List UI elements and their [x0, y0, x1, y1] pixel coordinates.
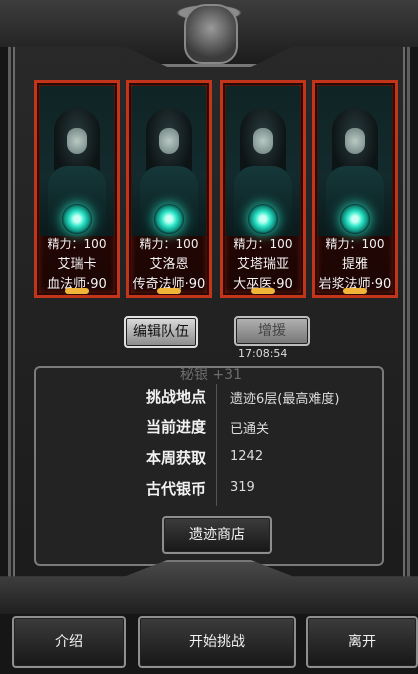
silver-value: 319	[230, 480, 255, 495]
weekly-label: 本周获取	[145, 449, 206, 467]
orb-icon	[154, 204, 184, 234]
panel-divider	[216, 384, 217, 506]
faded-reward-text: 秘银 +31	[180, 367, 242, 383]
character-portrait	[132, 86, 206, 236]
intro-button[interactable]: 介绍	[12, 616, 126, 668]
rank-icon	[343, 288, 367, 294]
character-name: 艾塔瑞亚	[236, 257, 289, 272]
character-card-3[interactable]: 精力：100 艾塔瑞亚 大巫医·90	[220, 80, 306, 298]
location-label: 挑战地点	[145, 388, 206, 406]
reinforce-button[interactable]: 增援	[234, 316, 310, 346]
character-portrait	[226, 86, 300, 236]
orb-icon	[340, 204, 370, 234]
energy-text: 精力：100	[233, 237, 293, 251]
weekly-value: 1242	[230, 449, 264, 464]
rank-icon	[251, 288, 275, 294]
character-portrait	[318, 86, 392, 236]
character-portrait	[40, 86, 114, 236]
rank-icon	[65, 288, 89, 294]
character-card-1[interactable]: 精力：100 艾瑞卡 血法师·90	[34, 80, 120, 298]
leave-button[interactable]: 离开	[306, 616, 418, 668]
start-challenge-button[interactable]: 开始挑战	[138, 616, 296, 668]
character-name: 提雅	[341, 257, 368, 272]
edit-team-button[interactable]: 编辑队伍	[124, 316, 198, 348]
energy-text: 精力：100	[139, 237, 199, 251]
character-name: 艾洛恩	[149, 257, 189, 272]
progress-value: 已通关	[230, 422, 270, 437]
countdown-timer: 17:08:54	[238, 347, 288, 360]
orb-icon	[248, 204, 278, 234]
silver-label: 古代银币	[145, 480, 206, 498]
location-value: 遗迹6层(最高难度)	[230, 392, 340, 407]
energy-text: 精力：100	[325, 237, 385, 251]
character-card-2[interactable]: 精力：100 艾洛恩 传奇法师·90	[126, 80, 212, 298]
orb-icon	[62, 204, 92, 234]
crest-skull-icon	[184, 4, 238, 64]
progress-label: 当前进度	[145, 418, 206, 436]
energy-text: 精力：100	[47, 237, 107, 251]
rank-icon	[157, 288, 181, 294]
relic-shop-button[interactable]: 遗迹商店	[162, 516, 272, 554]
character-name: 艾瑞卡	[57, 257, 97, 272]
character-card-4[interactable]: 精力：100 提雅 岩浆法师·90	[312, 80, 398, 298]
